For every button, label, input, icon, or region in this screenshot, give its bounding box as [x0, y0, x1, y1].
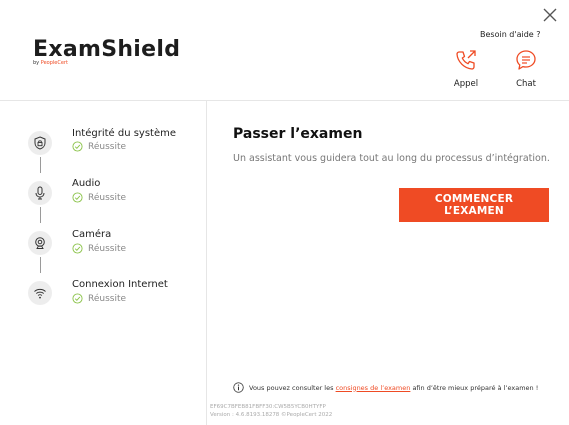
close-icon: [543, 8, 557, 22]
lock-shield-icon: [28, 131, 52, 155]
status-label: Réussite: [88, 243, 127, 254]
step-camera-status: Réussite: [72, 243, 126, 254]
step-camera-title: Caméra: [72, 229, 112, 240]
chat-bubble-icon: [516, 50, 536, 70]
close-button[interactable]: [541, 6, 559, 24]
status-label: Réussite: [88, 192, 127, 203]
webcam-icon: [28, 231, 52, 255]
checks-sidebar: Intégrité du système Réussite Audio Réus…: [0, 101, 207, 425]
step-connector: [40, 207, 41, 223]
check-circle-icon: [72, 192, 83, 203]
call-button[interactable]: Appel: [441, 48, 491, 89]
logo-brand: PeopleCert: [40, 60, 68, 66]
device-id: EF69C7BFEB81FBFF30:CW5B5YCB0HTYFP: [210, 404, 326, 410]
microphone-icon: [28, 181, 52, 205]
logo-title: ExamShield: [33, 37, 181, 62]
page-title: Passer l’examen: [233, 126, 363, 142]
phone-outgoing-icon: [456, 50, 476, 70]
main-content: Passer l’examen Un assistant vous guider…: [207, 101, 569, 425]
chat-label: Chat: [516, 79, 536, 89]
step-system-title: Intégrité du système: [72, 128, 177, 139]
start-exam-button[interactable]: COMMENCER L’EXAMEN: [399, 188, 549, 222]
step-internet-status: Réussite: [72, 293, 126, 304]
check-circle-icon: [72, 141, 83, 152]
status-label: Réussite: [88, 293, 127, 304]
version-label: Version : 4.6.8193.18278 ©PeopleCert 202…: [210, 412, 333, 418]
header: ExamShield by PeopleCert Besoin d'aide ?…: [0, 0, 569, 101]
step-audio-title: Audio: [72, 178, 101, 189]
instructions-notice: Vous pouvez consulter les consignes de l…: [233, 382, 538, 393]
info-icon: [233, 382, 244, 393]
notice-text: Vous pouvez consulter les consignes de l…: [249, 384, 538, 392]
step-internet-title: Connexion Internet: [72, 279, 168, 290]
step-audio-status: Réussite: [72, 192, 126, 203]
logo-by: by: [33, 60, 41, 66]
step-system-status: Réussite: [72, 141, 126, 152]
notice-suffix: afin d’être mieux préparé à l’examen !: [410, 383, 539, 392]
check-circle-icon: [72, 243, 83, 254]
status-label: Réussite: [88, 141, 127, 152]
check-circle-icon: [72, 293, 83, 304]
version-info: EF69C7BFEB81FBFF30:CW5B5YCB0HTYFP Versio…: [210, 403, 332, 419]
help-title: Besoin d'aide ?: [480, 30, 541, 39]
examshield-window: ExamShield by PeopleCert Besoin d'aide ?…: [0, 0, 569, 425]
exam-instructions-link[interactable]: consignes de l’examen: [336, 384, 411, 392]
examshield-logo: ExamShield by PeopleCert: [33, 37, 180, 66]
step-connector: [40, 157, 41, 173]
call-label: Appel: [453, 79, 479, 89]
chat-button[interactable]: Chat: [501, 48, 551, 89]
step-connector: [40, 257, 41, 273]
notice-prefix: Vous pouvez consulter les: [249, 383, 336, 392]
wifi-icon: [28, 281, 52, 305]
page-subtitle: Un assistant vous guidera tout au long d…: [233, 153, 550, 164]
